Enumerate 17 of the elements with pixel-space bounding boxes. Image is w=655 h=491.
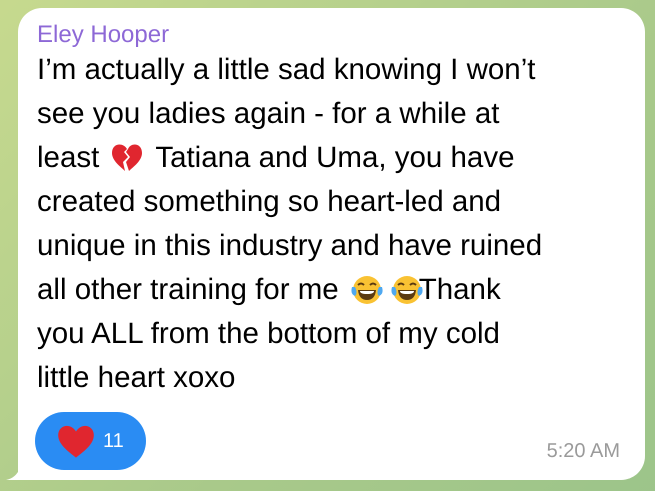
reaction-count: 11 [103, 429, 124, 454]
laughing-face-icon [350, 274, 383, 306]
heart-icon [57, 423, 95, 459]
message-text: Thank [418, 272, 501, 308]
message-time: 5:20 AM [546, 439, 620, 464]
message-text: I’m actually a little sad knowing I won’t [37, 52, 536, 88]
reaction-button[interactable]: 11 [35, 412, 146, 470]
message-text: little heart xoxo [37, 360, 236, 396]
message-text: see you ladies again - for a while at [37, 96, 500, 132]
message-text: unique in this industry and have ruined [37, 228, 542, 264]
sender-name: Eley Hooper [37, 20, 170, 50]
message-text: Tatiana and Uma, you have [155, 140, 514, 176]
message-text: all other training for me [37, 272, 339, 308]
message-text: you ALL from the bottom of my cold [37, 316, 500, 352]
message-text: least [37, 140, 100, 176]
message-text: created something so heart-led and [37, 184, 502, 220]
broken-heart-icon [111, 143, 144, 173]
